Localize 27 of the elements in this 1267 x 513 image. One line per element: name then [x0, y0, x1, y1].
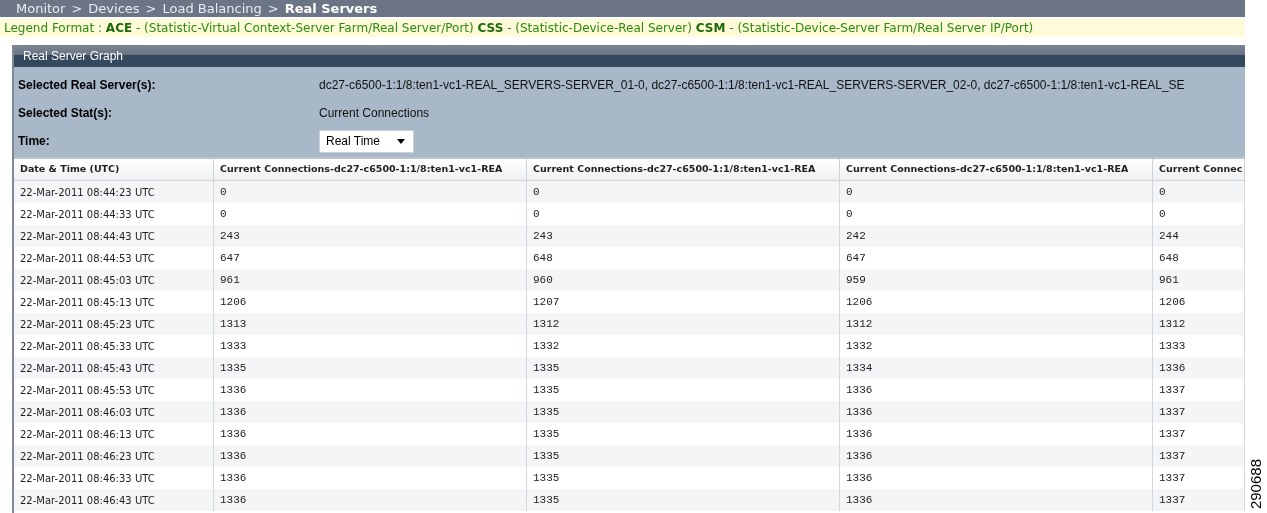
caret-icon: [397, 138, 405, 144]
time-select[interactable]: Real Time: [319, 129, 414, 153]
breadcrumb-link[interactable]: Devices: [88, 2, 140, 15]
column-header: Current Connections-dc27-c6500-1:1/8:ten1-vc1-REA: [840, 159, 1153, 180]
table-cell: 1335: [527, 489, 840, 511]
breadcrumb-current: Real Servers: [284, 2, 378, 15]
table-cell: 1336: [214, 489, 527, 511]
breadcrumb-separator: >: [145, 2, 157, 15]
field-label: Selected Real Server(s):: [18, 77, 157, 94]
figure-number: 290688: [1246, 458, 1265, 509]
table-cell: 1336: [840, 489, 1153, 511]
column-header: Date & Time (UTC): [14, 159, 214, 180]
breadcrumb-separator: >: [71, 2, 83, 15]
legend-text: Legend Format : ACE - (Statistic-Virtual Context-Server Farm/Real Server/Port) CSS - (Statistic-Device-Real Server) CSM - (Statistic-Device-Server Farm/Real Server IP/Port): [4, 20, 1034, 37]
field-value: dc27-c6500-1:1/8:ten1-vc1-REAL_SERVERS-SERVER_01-0, dc27-c6500-1:1/8:ten1-vc1-REAL_SERVERS-SERVER_02-0, dc27-c6500-1:1/8:ten1-vc1-REAL_SE: [319, 77, 1185, 94]
table-cell: 1337: [1153, 489, 1245, 511]
field-label: Selected Stat(s):: [18, 105, 114, 122]
column-header: Current Connections-dc27-c6500-1:1/8:ten1-vc1-REA: [527, 159, 840, 180]
breadcrumb-link[interactable]: Load Balancing: [162, 2, 262, 15]
breadcrumb-link[interactable]: Monitor: [16, 2, 66, 15]
column-header: Current Connections-dc27-c6500-1:1/8:ten1-vc1-REA: [214, 159, 527, 180]
panel-title: Real Server Graph: [23, 48, 124, 65]
column-header: Current Connec: [1153, 159, 1245, 180]
table-cell: 22-Mar-2011 08:46:43 UTC: [14, 489, 214, 511]
breadcrumb-separator: >: [267, 2, 279, 15]
field-label: Time:: [18, 133, 51, 150]
field-value: Current Connections: [319, 105, 430, 122]
